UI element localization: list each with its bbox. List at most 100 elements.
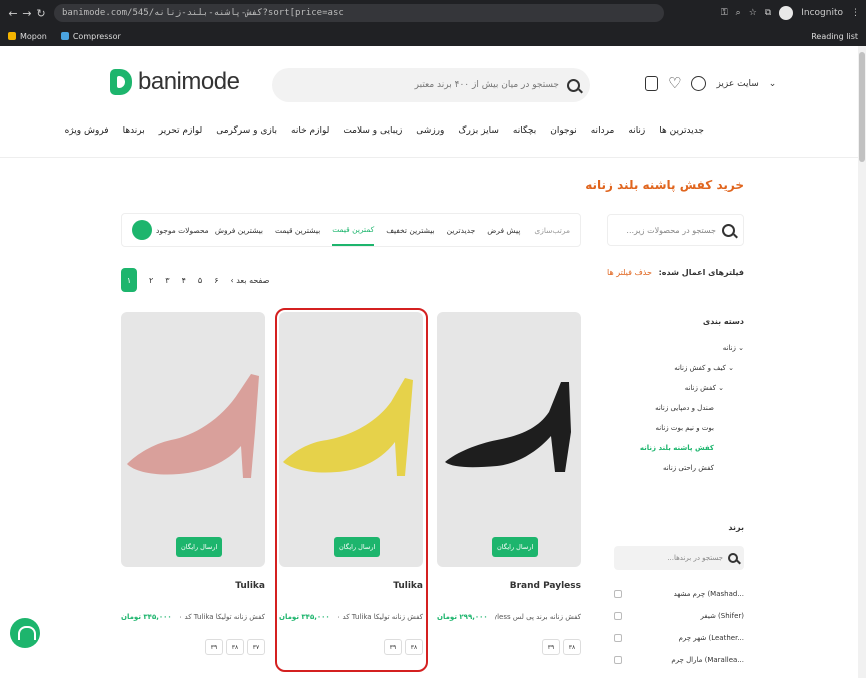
product-name[interactable]: کفش زنانه تولیکا Tulika کد ۱۰... [179,613,265,621]
category-label: صندل و دمپایی زنانه [655,404,714,412]
category-item-active[interactable]: کفش پاشنه بلند زنانه [607,438,744,458]
page-button[interactable]: ۶ [214,276,218,285]
toggle-switch[interactable] [134,222,150,238]
next-page-button[interactable]: ‹ صفحه بعد [230,276,269,285]
star-icon[interactable]: ☆ [749,8,757,18]
search-icon[interactable] [728,553,738,563]
checkbox[interactable] [614,634,622,642]
size-chip[interactable]: ۳۹ [205,639,223,655]
product-card[interactable]: ارسال رایگان Tulika کفش زنانه تولیکا Tul… [121,312,265,655]
incognito-avatar-icon[interactable] [779,6,794,20]
compressor-icon [60,32,69,40]
page-button[interactable]: ۵ [198,276,202,285]
product-name[interactable]: کفش زنانه برند پی لس ayless... [495,613,581,621]
clear-filters-link[interactable]: حذف فیلتر ها [607,268,652,277]
page-button[interactable]: ۴ [182,276,186,285]
bookmarks-bar: Mopon Compressor Reading list [0,26,866,46]
menu-item[interactable]: برندها [123,126,145,136]
page-button[interactable]: ۲ [149,276,153,285]
chevron-down-icon[interactable]: ⌄ [769,79,777,89]
back-icon[interactable]: ← [6,7,20,20]
brand-search[interactable]: جستجو در برندها... [614,546,744,570]
available-label: محصولات موجود [156,225,209,235]
available-toggle[interactable]: محصولات موجود [134,222,209,238]
reload-icon[interactable]: ↻ [34,7,48,20]
sort-option[interactable]: بیشترین تخفیف [386,216,434,245]
puzzle-icon[interactable]: ⧉ [765,8,771,18]
user-icon[interactable] [691,76,707,91]
user-area: ♡ سایت عزیز ⌄ [645,76,776,91]
page-title: خرید کفش پاشنه بلند زنانه [585,178,744,192]
bookmark-mopon[interactable]: Mopon [8,32,47,41]
menu-item[interactable]: لوازم خانه [291,126,329,136]
sort-option[interactable]: جدیدترین [447,216,476,245]
menu-item[interactable]: بازی و سرگرمی [216,126,277,136]
category-item[interactable]: کفش راحتی زنانه [607,458,744,478]
category-item[interactable]: صندل و دمپایی زنانه [607,398,744,418]
category-item[interactable]: ⌄ کیف و کفش زنانه [607,358,744,378]
category-item[interactable]: ⌄ زنانه [607,338,744,358]
product-image[interactable]: ارسال رایگان [121,312,265,567]
brand-label: چرم مشهد (Mashad... [673,590,744,598]
sort-option[interactable]: بیشترین قیمت [275,216,320,245]
brand-search-input[interactable]: جستجو در برندها... [667,554,723,562]
user-name[interactable]: سایت عزیز [716,79,758,89]
sort-option[interactable]: کمترین قیمت [332,215,375,246]
category-label: زنانه [722,344,736,352]
browser-chrome: ← → ↻ banimode.com/545/کفش-پاشنه-بلند-زن… [0,0,866,46]
key-icon[interactable]: ⚿ [721,8,728,18]
menu-item[interactable]: ورزشی [416,126,444,136]
bookmark-compressor[interactable]: Compressor [60,32,121,41]
product-brand: Brand Payless [509,581,581,591]
search-bar[interactable]: جستجو در میان بیش از ۴۰۰ برند معتبر [272,68,590,102]
size-chip[interactable]: ۳۹ [542,639,560,655]
page-scrollbar[interactable] [858,46,866,678]
category-label: کیف و کفش زنانه [674,364,726,372]
brand-item[interactable]: شهر چرم (Leather... [614,627,744,649]
menu-item[interactable]: جدیدترین ها [659,126,704,136]
size-chip[interactable]: ۳۸ [226,639,244,655]
zoom-icon[interactable]: ⌕ [736,8,741,18]
menu-item[interactable]: فروش ویژه [65,126,109,136]
logo[interactable]: banimode [110,68,240,96]
menu-item[interactable]: لوازم تحریر [159,126,202,136]
sort-option[interactable]: بیشترین فروش [215,216,263,245]
scrollbar-thumb[interactable] [859,52,865,162]
sidebar-search-input[interactable]: جستجو در محصولات زیر... [626,226,716,235]
reading-list[interactable]: Reading list [811,32,858,41]
brand-list: چرم مشهد (Mashad... شیفر (Shifer) شهر چر… [614,583,744,671]
size-list: ۳۸ ۳۹ [437,639,581,655]
sort-option[interactable]: پیش فرض [487,216,520,245]
sidebar-search[interactable]: جستجو در محصولات زیر... [607,214,744,246]
product-image[interactable]: ارسال رایگان [437,312,581,567]
brand-item[interactable]: شیفر (Shifer) [614,605,744,627]
size-chip[interactable]: ۳۸ [563,639,581,655]
menu-item[interactable]: زنانه [628,126,645,136]
search-icon[interactable] [722,223,735,237]
menu-item[interactable]: بچگانه [513,126,536,136]
menu-item[interactable]: مردانه [591,126,615,136]
page-button[interactable]: ۳ [165,276,169,285]
heart-icon[interactable]: ♡ [668,76,681,91]
checkbox[interactable] [614,612,622,620]
search-input[interactable]: جستجو در میان بیش از ۴۰۰ برند معتبر [415,80,559,90]
search-icon[interactable] [567,78,580,92]
forward-icon[interactable]: → [20,7,34,20]
category-item[interactable]: ⌄ کفش زنانه [607,378,744,398]
menu-item[interactable]: زیبایی و سلامت [343,126,402,136]
brand-item[interactable]: مارال چرم (Marallea... [614,649,744,671]
size-chip[interactable]: ۳۷ [247,639,265,655]
page-button-current[interactable]: ۱ [121,268,137,292]
checkbox[interactable] [614,590,622,598]
menu-item[interactable]: سایز بزرگ [458,126,499,136]
folder-icon [8,32,16,40]
address-bar[interactable]: banimode.com/545/کفش-پاشنه-بلند-زنانه?so… [54,4,664,22]
category-item[interactable]: بوت و نیم بوت زنانه [607,418,744,438]
brand-item[interactable]: چرم مشهد (Mashad... [614,583,744,605]
menu-item[interactable]: نوجوان [550,126,576,136]
product-card[interactable]: ارسال رایگان Brand Payless کفش زنانه برن… [437,312,581,655]
support-headset-icon[interactable] [10,618,40,648]
menu-dots-icon[interactable]: ⋮ [851,8,860,18]
cart-icon[interactable] [645,76,658,91]
checkbox[interactable] [614,656,622,664]
